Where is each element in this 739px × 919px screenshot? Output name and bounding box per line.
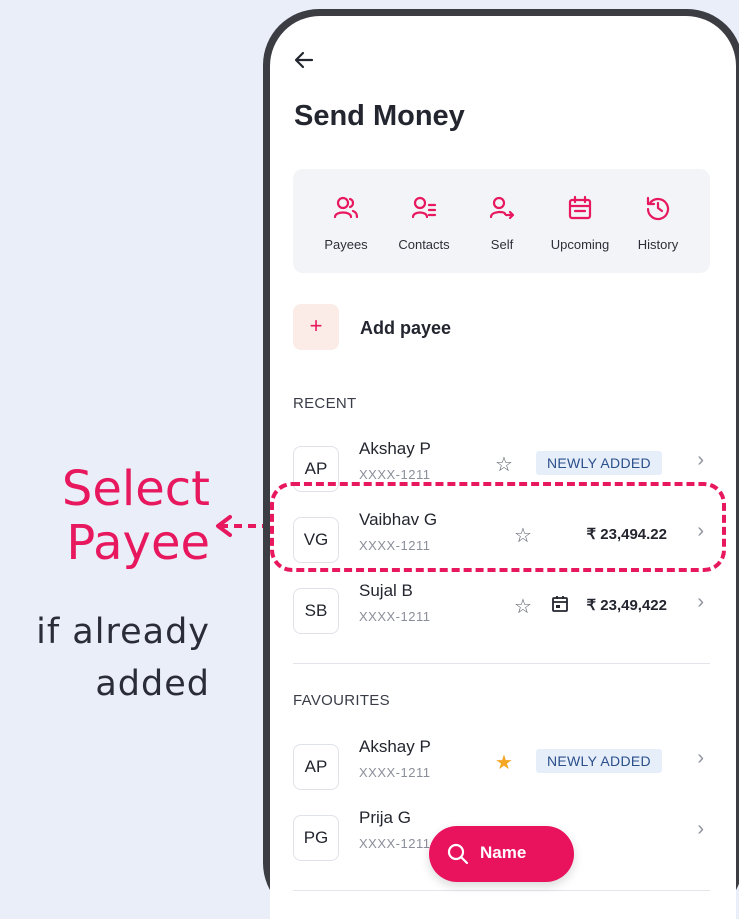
callout-title-line1: Select	[61, 461, 210, 517]
quick-action-contacts[interactable]: Contacts	[389, 169, 459, 273]
phone-frame: Send Money Payees Contacts Self Upcoming…	[263, 9, 739, 919]
history-icon	[646, 196, 670, 221]
app-screen: Send Money Payees Contacts Self Upcoming…	[270, 16, 736, 919]
payee-name: Prija G	[359, 808, 411, 827]
payee-name: Akshay P	[359, 439, 431, 458]
payee-row-akshay-favourite[interactable]: AP Akshay P XXXX-1211 ★ NEWLY ADDED ›	[293, 737, 710, 797]
quick-action-payees[interactable]: Payees	[311, 169, 381, 273]
chevron-right-icon: ›	[697, 591, 704, 613]
star-outline-icon[interactable]: ☆	[514, 594, 532, 619]
name-search-label: Name	[480, 843, 527, 862]
avatar: PG	[293, 815, 339, 861]
section-divider	[293, 663, 710, 664]
quick-action-label: Self	[490, 237, 514, 252]
star-filled-icon[interactable]: ★	[495, 750, 513, 775]
payees-icon	[333, 196, 359, 219]
last-amount: ₹ 23,49,422	[586, 597, 667, 614]
callout-subtitle: if already added	[0, 606, 210, 710]
chevron-right-icon: ›	[697, 818, 704, 840]
payee-account: XXXX-1211	[359, 836, 431, 851]
newly-added-badge: NEWLY ADDED	[536, 749, 662, 773]
section-divider	[293, 890, 710, 891]
chevron-right-icon: ›	[697, 449, 704, 471]
contacts-icon	[411, 196, 437, 219]
callout-subtitle-line1: if already	[36, 612, 210, 652]
newly-added-badge: NEWLY ADDED	[536, 451, 662, 475]
quick-action-label: History	[637, 237, 679, 252]
selected-payee-highlight	[270, 482, 726, 572]
quick-action-label: Contacts	[398, 237, 450, 252]
quick-action-self[interactable]: Self	[467, 169, 537, 273]
recent-heading: RECENT	[293, 395, 357, 412]
quick-action-label: Upcoming	[550, 237, 610, 252]
quick-action-history[interactable]: History	[623, 169, 693, 273]
payee-name: Sujal B	[359, 581, 413, 600]
quick-action-label: Payees	[324, 237, 368, 252]
quick-action-upcoming[interactable]: Upcoming	[545, 169, 615, 273]
payee-account: XXXX-1211	[359, 467, 431, 482]
payee-name: Akshay P	[359, 737, 431, 756]
avatar: SB	[293, 588, 339, 634]
quick-actions-bar: Payees Contacts Self Upcoming History	[293, 169, 710, 273]
star-outline-icon[interactable]: ☆	[495, 452, 513, 477]
payee-row-sujal[interactable]: SB Sujal B XXXX-1211 ☆ ₹ 23,49,422 ›	[293, 581, 710, 641]
callout-title-line2: Payee	[66, 515, 210, 571]
arrow-left-icon[interactable]	[292, 48, 316, 72]
page-title: Send Money	[294, 100, 465, 132]
calendar-icon	[568, 195, 592, 220]
avatar: AP	[293, 744, 339, 790]
plus-icon: +	[309, 313, 323, 338]
self-icon	[489, 196, 515, 220]
callout-subtitle-line2: added	[95, 664, 210, 704]
name-search-button[interactable]: Name	[429, 826, 574, 882]
callout-title: Select Payee	[10, 462, 210, 570]
add-payee-button[interactable]: +	[293, 304, 339, 350]
payee-account: XXXX-1211	[359, 609, 431, 624]
add-payee-label[interactable]: Add payee	[360, 318, 451, 339]
scheduled-calendar-icon	[552, 596, 568, 612]
chevron-right-icon: ›	[697, 747, 704, 769]
favourites-heading: FAVOURITES	[293, 692, 390, 709]
search-icon	[447, 843, 469, 865]
payee-account: XXXX-1211	[359, 765, 431, 780]
